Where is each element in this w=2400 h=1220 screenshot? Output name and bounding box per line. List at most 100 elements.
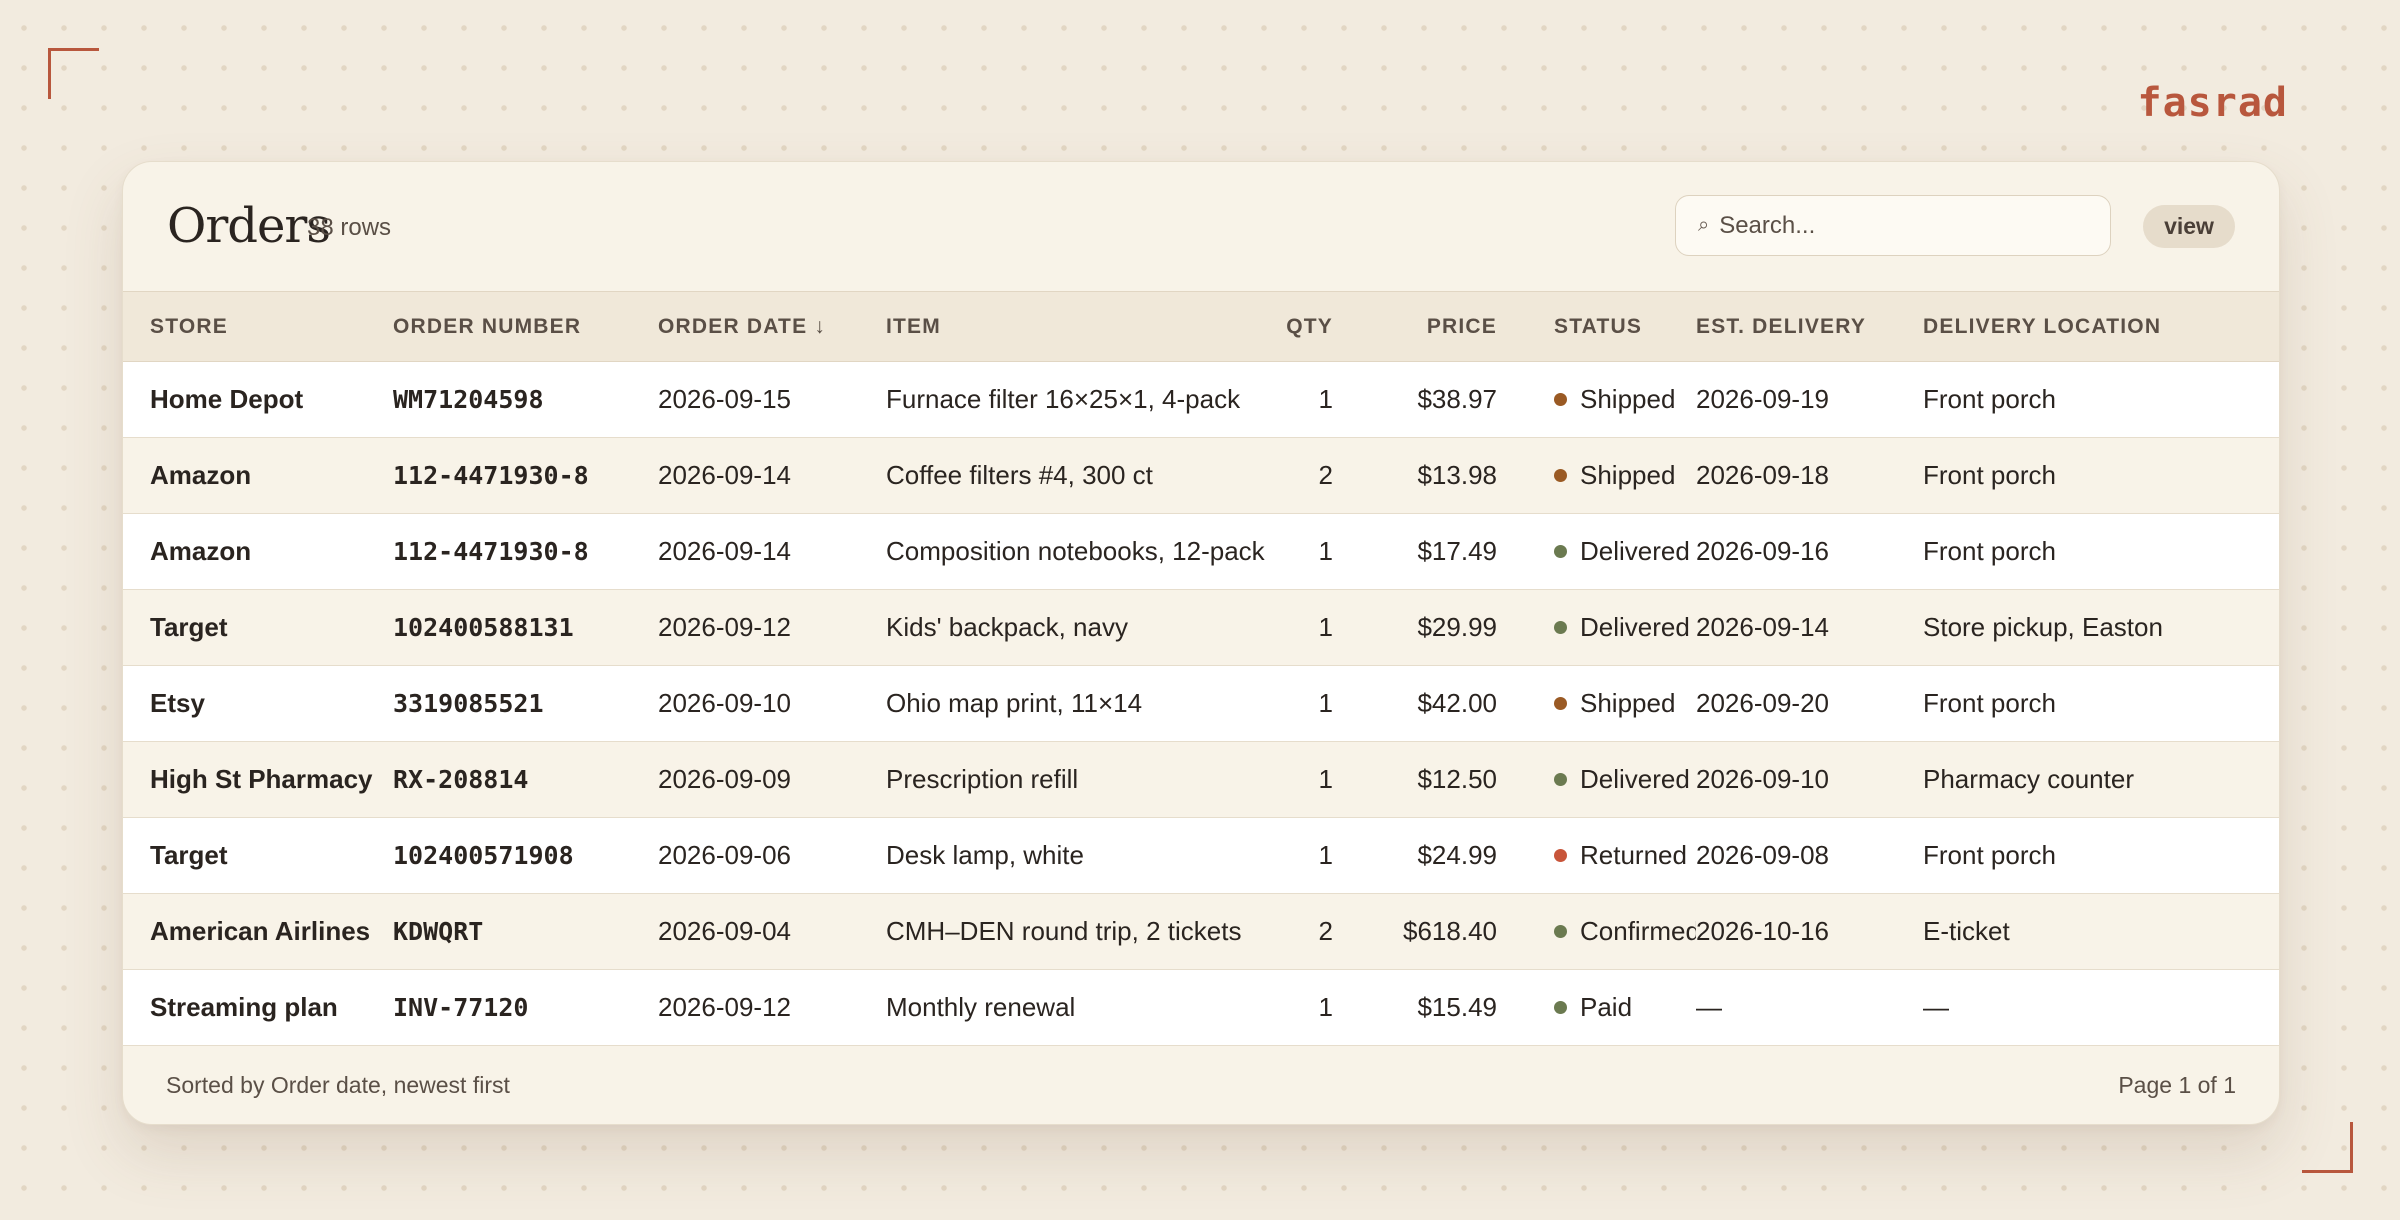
orders-card: Orders 38 rows ⌕ view STORE ORDER NUMBER… xyxy=(122,161,2280,1125)
status-label: Shipped xyxy=(1580,688,1676,718)
page-title: Orders xyxy=(167,198,331,254)
cell-price: $24.99 xyxy=(1333,817,1497,894)
cell-order-date: 2026-09-12 xyxy=(658,589,886,666)
corner-bracket-bottom-right xyxy=(2302,1122,2353,1173)
status-label: Delivered xyxy=(1580,536,1690,566)
table-row[interactable]: Amazon 112-4471930-8 2026-09-14 Composition… xyxy=(123,513,2279,590)
status-dot-icon xyxy=(1554,469,1567,482)
table-row[interactable]: Streaming plan INV-77120 2026-09-12 Monthly… xyxy=(123,969,2279,1046)
cell-status: Shipped xyxy=(1497,437,1696,514)
cell-order-number: 3319085521 xyxy=(393,665,658,742)
cell-qty: 1 xyxy=(1269,513,1333,590)
cell-order-date: 2026-09-12 xyxy=(658,969,886,1046)
table-row[interactable]: Target 102400588131 2026-09-12 Kids' backpa… xyxy=(123,589,2279,666)
cell-order-date: 2026-09-06 xyxy=(658,817,886,894)
table-row[interactable]: Etsy 3319085521 2026-09-10 Ohio map print, … xyxy=(123,665,2279,742)
status-dot-icon xyxy=(1554,849,1567,862)
row-count: 38 rows xyxy=(307,214,392,241)
cell-item: Desk lamp, white xyxy=(886,817,1269,894)
status-label: Delivered xyxy=(1580,612,1690,642)
cell-est-delivery: 2026-09-14 xyxy=(1696,589,1923,666)
cell-order-number: 102400588131 xyxy=(393,589,658,666)
cell-price: $38.97 xyxy=(1333,361,1497,438)
cell-price: $29.99 xyxy=(1333,589,1497,666)
column-header-order-date[interactable]: ORDER DATE ↓ xyxy=(658,291,886,362)
cell-qty: 1 xyxy=(1269,817,1333,894)
column-header-status[interactable]: STATUS xyxy=(1497,291,1696,362)
cell-item: Composition notebooks, 12-pack xyxy=(886,513,1269,590)
pagination-label: Page 1 of 1 xyxy=(2118,1071,2236,1098)
cell-store: High St Pharmacy xyxy=(123,741,393,818)
cell-store: Target xyxy=(123,589,393,666)
column-header-est-delivery[interactable]: EST. DELIVERY xyxy=(1696,291,1923,362)
cell-qty: 1 xyxy=(1269,741,1333,818)
cell-delivery-location: Front porch xyxy=(1923,817,2279,894)
status-label: Shipped xyxy=(1580,460,1676,490)
cell-order-number: 112-4471930-8 xyxy=(393,513,658,590)
column-header-price[interactable]: PRICE xyxy=(1333,291,1497,362)
cell-qty: 1 xyxy=(1269,361,1333,438)
cell-delivery-location: Front porch xyxy=(1923,437,2279,514)
cell-order-number: 102400571908 xyxy=(393,817,658,894)
cell-delivery-location: Pharmacy counter xyxy=(1923,741,2279,818)
cell-delivery-location: Front porch xyxy=(1923,665,2279,742)
table-header-row: STORE ORDER NUMBER ORDER DATE ↓ ITEM QTY… xyxy=(123,291,2279,362)
sort-note: Sorted by Order date, newest first xyxy=(166,1071,510,1098)
cell-order-number: 112-4471930-8 xyxy=(393,437,658,514)
cell-price: $13.98 xyxy=(1333,437,1497,514)
status-dot-icon xyxy=(1554,697,1567,710)
search-icon: ⌕ xyxy=(1698,214,1710,236)
status-dot-icon xyxy=(1554,621,1567,634)
table-row[interactable]: High St Pharmacy RX-208814 2026-09-09 Presc… xyxy=(123,741,2279,818)
cell-price: $42.00 xyxy=(1333,665,1497,742)
view-button[interactable]: view xyxy=(2143,205,2235,248)
cell-store: American Airlines xyxy=(123,893,393,970)
column-header-delivery-location[interactable]: DELIVERY LOCATION xyxy=(1923,291,2279,362)
status-dot-icon xyxy=(1554,925,1567,938)
cell-order-date: 2026-09-14 xyxy=(658,513,886,590)
cell-delivery-location: E-ticket xyxy=(1923,893,2279,970)
cell-price: $12.50 xyxy=(1333,741,1497,818)
column-header-order-number[interactable]: ORDER NUMBER xyxy=(393,291,658,362)
cell-status: Paid xyxy=(1497,969,1696,1046)
table-row[interactable]: Target 102400571908 2026-09-06 Desk lamp, w… xyxy=(123,817,2279,894)
cell-order-date: 2026-09-10 xyxy=(658,665,886,742)
cell-order-date: 2026-09-15 xyxy=(658,361,886,438)
cell-order-date: 2026-09-04 xyxy=(658,893,886,970)
status-dot-icon xyxy=(1554,393,1567,406)
cell-price: $618.40 xyxy=(1333,893,1497,970)
brand-logo: fasrad xyxy=(2137,80,2288,126)
cell-est-delivery: — xyxy=(1696,969,1923,1046)
status-dot-icon xyxy=(1554,773,1567,786)
status-label: Paid xyxy=(1580,992,1633,1022)
column-header-store[interactable]: STORE xyxy=(123,291,393,362)
cell-est-delivery: 2026-09-10 xyxy=(1696,741,1923,818)
corner-bracket-top-left xyxy=(48,48,99,99)
status-label: Delivered xyxy=(1580,764,1690,794)
cell-est-delivery: 2026-09-19 xyxy=(1696,361,1923,438)
table-row[interactable]: Amazon 112-4471930-8 2026-09-14 Coffee filt… xyxy=(123,437,2279,514)
column-header-item[interactable]: ITEM xyxy=(886,291,1269,362)
status-label: Confirmed xyxy=(1580,916,1696,946)
cell-delivery-location: Front porch xyxy=(1923,513,2279,590)
cell-est-delivery: 2026-09-18 xyxy=(1696,437,1923,514)
cell-store: Home Depot xyxy=(123,361,393,438)
cell-status: Shipped xyxy=(1497,361,1696,438)
status-label: Shipped xyxy=(1580,384,1676,414)
cell-status: Confirmed xyxy=(1497,893,1696,970)
table-row[interactable]: American Airlines KDWQRT 2026-09-04 CMH–DEN… xyxy=(123,893,2279,970)
cell-item: Ohio map print, 11×14 xyxy=(886,665,1269,742)
cell-qty: 2 xyxy=(1269,437,1333,514)
search-box[interactable]: ⌕ xyxy=(1675,195,2111,256)
column-header-qty[interactable]: QTY xyxy=(1269,291,1333,362)
cell-store: Streaming plan xyxy=(123,969,393,1046)
cell-order-date: 2026-09-09 xyxy=(658,741,886,818)
cell-order-number: KDWQRT xyxy=(393,893,658,970)
cell-qty: 1 xyxy=(1269,665,1333,742)
status-label: Returned xyxy=(1580,840,1687,870)
table-row[interactable]: Home Depot WM71204598 2026-09-15 Furnace fi… xyxy=(123,361,2279,438)
search-input[interactable] xyxy=(1717,210,2082,241)
cell-delivery-location: Front porch xyxy=(1923,361,2279,438)
cell-qty: 1 xyxy=(1269,969,1333,1046)
cell-delivery-location: Store pickup, Easton xyxy=(1923,589,2279,666)
